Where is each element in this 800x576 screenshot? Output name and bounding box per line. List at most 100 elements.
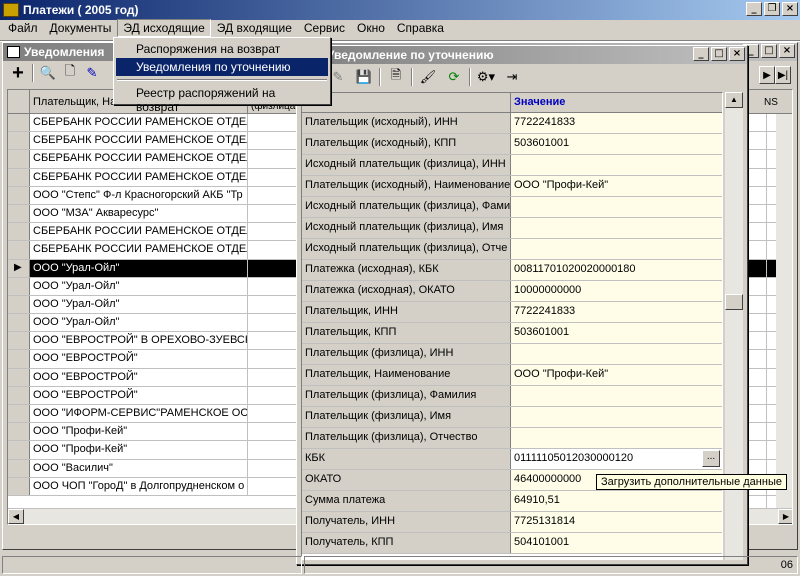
row-indicator[interactable]	[8, 314, 30, 332]
payer-name-cell[interactable]: ООО "Урал-Ойл"	[30, 295, 248, 314]
field-value[interactable]: 504101001	[511, 533, 722, 553]
row-indicator[interactable]	[8, 114, 30, 132]
scroll-thumb[interactable]	[725, 294, 743, 310]
payer-name-cell[interactable]: ООО "ЕВРОСТРОЙ"	[30, 368, 248, 386]
row-indicator[interactable]	[8, 423, 30, 441]
scroll-left-icon[interactable]: ◀	[8, 509, 24, 524]
detail-row[interactable]: Плательщик, Наименование ООО "Профи-Кей"	[302, 365, 722, 386]
field-value[interactable]	[511, 344, 722, 364]
brush-icon[interactable]: 🖌	[417, 66, 439, 88]
detail-row[interactable]: Исходный плательщик (физлица), Имя	[302, 218, 722, 239]
row-indicator[interactable]	[8, 332, 30, 350]
last-icon[interactable]: ▶|	[775, 66, 791, 84]
field-value[interactable]	[511, 197, 722, 217]
payer-name-cell[interactable]: ООО "МЗА" Акваресурс"	[30, 204, 248, 223]
row-indicator[interactable]	[8, 477, 30, 495]
row-indicator[interactable]	[8, 241, 30, 259]
detail-row[interactable]: КБК 01111105012030000120...	[302, 449, 722, 470]
new-document-icon[interactable]: 🗋	[59, 62, 81, 84]
menu-1[interactable]: Документы	[44, 19, 118, 37]
payer-name-cell[interactable]: ООО ЧОП "ГороД" в Долгопрудненском о	[30, 477, 248, 495]
field-value[interactable]	[511, 155, 722, 175]
menu-item-refund-orders[interactable]: Распоряжения на возврат	[116, 40, 328, 58]
detail-row[interactable]: Получатель, КПП 504101001	[302, 533, 722, 554]
field-value[interactable]	[511, 386, 722, 406]
header-value[interactable]: Значение	[511, 93, 722, 112]
row-indicator[interactable]	[8, 277, 30, 295]
row-indicator[interactable]	[8, 441, 30, 459]
field-value[interactable]	[511, 428, 722, 448]
ellipsis-button[interactable]: ...	[702, 450, 720, 467]
settings-icon[interactable]: ⚙▾	[475, 66, 497, 88]
maximize-icon[interactable]: □	[761, 44, 777, 58]
field-value[interactable]	[511, 218, 722, 238]
minimize-icon[interactable]: _	[746, 2, 762, 16]
field-value[interactable]	[511, 407, 722, 427]
field-value[interactable]: 503601001	[511, 134, 722, 154]
field-value[interactable]: 503601001	[511, 323, 722, 343]
grid-vscrollbar[interactable]	[776, 114, 792, 510]
row-indicator[interactable]: ▶	[8, 259, 30, 277]
detail-row[interactable]: Плательщик (физлица), Отчество	[302, 428, 722, 449]
payer-name-cell[interactable]: ООО "Степс" Ф-л Красногорский АКБ "Тр	[30, 186, 248, 204]
payer-name-cell[interactable]: ООО "Урал-Ойл"	[30, 277, 248, 295]
field-value[interactable]: 01111105012030000120...	[511, 449, 722, 469]
detail-row[interactable]: Платежка (исходная), ОКАТО 10000000000	[302, 281, 722, 302]
detail-row[interactable]: Плательщик (физлица), Имя	[302, 407, 722, 428]
row-indicator[interactable]	[8, 186, 30, 204]
minimize-icon[interactable]: _	[693, 47, 709, 61]
detail-row[interactable]: Исходный плательщик (физлица), ИНН	[302, 155, 722, 176]
maximize-icon[interactable]: □	[711, 47, 727, 61]
payer-name-cell[interactable]: СБЕРБАНК РОССИИ РАМЕНСКОЕ ОТДЕЛ	[30, 223, 248, 241]
field-value[interactable]: 7722241833	[511, 302, 722, 322]
close-icon[interactable]: ×	[782, 2, 798, 16]
detail-row[interactable]: Получатель, ИНН 7725131814	[302, 512, 722, 533]
payer-name-cell[interactable]: ООО "Профи-Кей"	[30, 441, 248, 459]
close-icon[interactable]: ×	[729, 47, 745, 61]
field-value[interactable]: 7725131814	[511, 512, 722, 532]
next-icon[interactable]: ▶	[759, 66, 775, 84]
payer-name-cell[interactable]: ООО "Василич"	[30, 459, 248, 477]
payer-name-cell[interactable]: ООО "ЕВРОСТРОЙ" В ОРЕХОВО-ЗУЕВСК	[30, 332, 248, 350]
menu-0[interactable]: Файл	[2, 19, 44, 37]
detail-row[interactable]: Плательщик, КПП 503601001	[302, 323, 722, 344]
field-value[interactable]: ООО "Профи-Кей"	[511, 176, 722, 196]
detail-row[interactable]: Плательщик (исходный), КПП 503601001	[302, 134, 722, 155]
menu-2[interactable]: ЭД исходящие	[117, 19, 211, 37]
payer-name-cell[interactable]: ООО "Профи-Кей"	[30, 423, 248, 441]
row-indicator[interactable]	[8, 459, 30, 477]
scroll-right-icon[interactable]: ▶	[778, 509, 792, 524]
field-value[interactable]	[511, 239, 722, 259]
row-indicator[interactable]	[8, 223, 30, 241]
row-indicator[interactable]	[8, 350, 30, 368]
scroll-up-icon[interactable]: ▲	[725, 92, 743, 108]
close-icon[interactable]: ×	[779, 44, 795, 58]
detail-row[interactable]: Плательщик (физлица), ИНН	[302, 344, 722, 365]
detail-row[interactable]: Плательщик (исходный), Наименование ООО "…	[302, 176, 722, 197]
row-indicator[interactable]	[8, 386, 30, 404]
document-icon[interactable]: 🗎	[385, 66, 407, 88]
menu-3[interactable]: ЭД входящие	[211, 19, 298, 37]
menu-item-clarification-notices[interactable]: Уведомления по уточнению	[116, 58, 328, 76]
detail-row[interactable]: Плательщик, ИНН 7722241833	[302, 302, 722, 323]
field-value[interactable]: ООО "Профи-Кей"	[511, 365, 722, 385]
add-icon[interactable]: +	[7, 62, 29, 84]
row-indicator[interactable]	[8, 150, 30, 168]
field-value[interactable]: 7722241833	[511, 113, 722, 133]
detail-row[interactable]: Исходный плательщик (физлица), Отче	[302, 239, 722, 260]
payer-name-cell[interactable]: ООО "Урал-Ойл"	[30, 259, 248, 277]
detail-row[interactable]: Плательщик (исходный), ИНН 7722241833	[302, 113, 722, 134]
exit-icon[interactable]: ⇥	[501, 66, 523, 88]
field-value[interactable]: 64910,51	[511, 491, 722, 511]
field-value[interactable]: 10000000000	[511, 281, 722, 301]
restore-icon[interactable]: ❐	[764, 2, 780, 16]
menu-4[interactable]: Сервис	[298, 19, 351, 37]
payer-name-cell[interactable]: ООО "ЕВРОСТРОЙ"	[30, 350, 248, 368]
menu-6[interactable]: Справка	[391, 19, 450, 37]
edit-pencil-icon[interactable]: ✎	[81, 62, 103, 84]
header-field[interactable]: Поле	[302, 93, 511, 112]
row-indicator[interactable]	[8, 204, 30, 223]
save-icon[interactable]: 💾	[353, 66, 375, 88]
main-title-bar[interactable]: Платежи ( 2005 год) _ ❐ ×	[0, 0, 800, 20]
payer-name-cell[interactable]: ООО "ЕВРОСТРОЙ"	[30, 386, 248, 404]
